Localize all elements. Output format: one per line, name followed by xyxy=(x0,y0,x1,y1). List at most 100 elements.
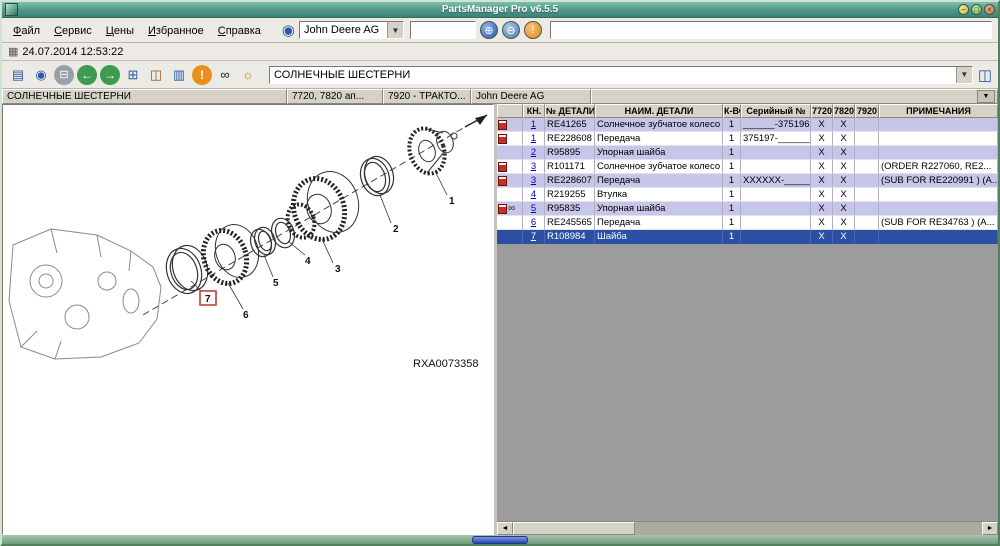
minimize-button[interactable]: − xyxy=(958,4,969,15)
column-header[interactable]: ПРИМЕЧАНИЯ xyxy=(879,104,998,118)
horizontal-scrollbar[interactable]: ◄ ► xyxy=(497,521,998,535)
split-view-icon[interactable] xyxy=(169,65,189,85)
row-icons xyxy=(497,174,523,188)
table-row[interactable]: 5R95835Упорная шайба1XX xyxy=(497,202,998,216)
column-header[interactable]: 7720 xyxy=(811,104,833,118)
callout-5[interactable]: 5 xyxy=(273,278,279,289)
column-header[interactable]: НАИМ. ДЕТАЛИ xyxy=(595,104,723,118)
main-content: 1 2 3 4 5 6 7 RXA0073358 КН.№ ДЕТАЛИНАИМ… xyxy=(2,104,998,535)
section-combo[interactable]: СОЛНЕЧНЫЕ ШЕСТЕРНИ ▼ xyxy=(269,66,973,84)
part-name-cell: Солнечное зубчатое колесо xyxy=(595,160,723,174)
model-7820-cell: X xyxy=(833,202,855,216)
globe-icon[interactable]: ◉ xyxy=(282,21,295,39)
callout-3[interactable]: 3 xyxy=(335,264,341,275)
diagram-panel[interactable]: 1 2 3 4 5 6 7 RXA0073358 xyxy=(2,104,494,535)
key-number-link[interactable]: 3 xyxy=(531,161,536,172)
serial-cell xyxy=(741,188,811,202)
table-row[interactable]: 2R95895Упорная шайба1XX xyxy=(497,146,998,160)
menu-prices[interactable]: Цены xyxy=(99,23,141,39)
key-number-cell: 1 xyxy=(523,132,545,146)
table-row[interactable]: 7R108984Шайба1XX xyxy=(497,230,998,244)
maximize-button[interactable]: □ xyxy=(971,4,982,15)
resize-grip[interactable] xyxy=(472,536,528,544)
menu-favorites[interactable]: Избранное xyxy=(141,23,211,39)
column-header[interactable]: 7820 xyxy=(833,104,855,118)
table-row[interactable]: 4R219255Втулка1XX xyxy=(497,188,998,202)
model-7720-cell: X xyxy=(811,174,833,188)
table-row[interactable]: 1RE228608Передача1375197-______XX xyxy=(497,132,998,146)
column-header[interactable]: Серийный № xyxy=(741,104,811,118)
catalog-icon[interactable] xyxy=(31,65,51,85)
query-input[interactable] xyxy=(550,21,992,39)
menu-service[interactable]: Сервис xyxy=(47,23,99,39)
table-row[interactable]: 6RE245565Передача1XX(SUB FOR RE34763 ) (… xyxy=(497,216,998,230)
menu-file[interactable]: Файл xyxy=(6,23,47,39)
close-button[interactable]: × xyxy=(984,4,995,15)
column-header[interactable]: К-ВО xyxy=(723,104,741,118)
chevron-down-icon[interactable]: ▼ xyxy=(977,90,995,103)
callout-6[interactable]: 6 xyxy=(243,310,249,321)
scroll-left-icon[interactable]: ◄ xyxy=(497,522,513,535)
key-number-link[interactable]: 6 xyxy=(531,217,536,228)
title-bar[interactable]: PartsManager Pro v6.5.5 − □ × xyxy=(2,2,998,18)
row-icons xyxy=(497,132,523,146)
sync-button[interactable]: ⊖ xyxy=(502,21,520,39)
key-number-link[interactable]: 1 xyxy=(531,133,536,144)
column-header[interactable]: № ДЕТАЛИ xyxy=(545,104,595,118)
callout-1[interactable]: 1 xyxy=(449,196,455,207)
key-number-cell: 4 xyxy=(523,188,545,202)
window-bottom-border xyxy=(2,535,998,544)
callout-7[interactable]: 7 xyxy=(205,294,211,305)
key-number-link[interactable]: 2 xyxy=(531,147,536,158)
model-7920-cell xyxy=(855,188,879,202)
chevron-down-icon[interactable]: ▼ xyxy=(956,67,972,83)
book-icon xyxy=(498,176,507,186)
panel-header-0[interactable]: СОЛНЕЧНЫЕ ШЕСТЕРНИ xyxy=(2,89,287,104)
scrollbar-thumb[interactable] xyxy=(513,522,635,535)
scroll-right-icon[interactable]: ► xyxy=(982,522,998,535)
key-number-link[interactable]: 5 xyxy=(531,203,536,214)
menu-help[interactable]: Справка xyxy=(211,23,268,39)
scrollbar-track[interactable] xyxy=(513,522,982,535)
model-7920-cell xyxy=(855,160,879,174)
model-7920-cell xyxy=(855,174,879,188)
search-input[interactable] xyxy=(410,21,476,39)
callout-2[interactable]: 2 xyxy=(393,224,399,235)
app-icon xyxy=(5,3,18,16)
panel-header-2[interactable]: 7920 - ТРАКТО... xyxy=(383,89,471,104)
key-number-link[interactable]: 4 xyxy=(531,189,536,200)
model-7920-cell xyxy=(855,132,879,146)
part-name-cell: Передача xyxy=(595,174,723,188)
lamp-icon[interactable] xyxy=(238,65,258,85)
column-header[interactable]: КН. xyxy=(523,104,545,118)
table-row[interactable]: 1RE41265Солнечное зубчатое колесо1______… xyxy=(497,118,998,132)
table-header: КН.№ ДЕТАЛИНАИМ. ДЕТАЛИК-ВОСерийный №772… xyxy=(497,104,998,118)
callout-4[interactable]: 4 xyxy=(305,256,311,267)
column-header[interactable]: 7920 xyxy=(855,104,879,118)
table-row[interactable]: 3R101171Солнечное зубчатое колесо1XX(ORD… xyxy=(497,160,998,174)
chevron-down-icon[interactable]: ▼ xyxy=(387,22,403,38)
open-book-icon[interactable] xyxy=(146,65,166,85)
row-icons xyxy=(497,216,523,230)
back-icon[interactable] xyxy=(77,65,97,85)
fit-screen-icon[interactable] xyxy=(123,65,143,85)
column-header[interactable] xyxy=(497,104,523,118)
brand-combo[interactable]: John Deere AG ▼ xyxy=(299,21,404,39)
print-icon[interactable] xyxy=(54,65,74,85)
serial-cell xyxy=(741,202,811,216)
key-number-link[interactable]: 1 xyxy=(531,119,536,130)
alert-button[interactable]: ! xyxy=(524,21,542,39)
page-preview-icon[interactable] xyxy=(8,65,28,85)
model-7820-cell: X xyxy=(833,216,855,230)
panel-header-3[interactable]: John Deere AG xyxy=(471,89,591,104)
model-7720-cell: X xyxy=(811,216,833,230)
panel-header-1[interactable]: 7720, 7820 ап... xyxy=(287,89,383,104)
refresh-button[interactable]: ⊕ xyxy=(480,21,498,39)
key-number-link[interactable]: 7 xyxy=(531,231,536,242)
key-number-link[interactable]: 3 xyxy=(531,175,536,186)
glasses-icon[interactable] xyxy=(215,65,235,85)
table-row[interactable]: 3RE228607Передача1XXXXXX-______XX(SUB FO… xyxy=(497,174,998,188)
forward-icon[interactable] xyxy=(100,65,120,85)
alert-icon[interactable] xyxy=(192,65,212,85)
catalog-book-icon[interactable]: ◫ xyxy=(978,66,992,84)
